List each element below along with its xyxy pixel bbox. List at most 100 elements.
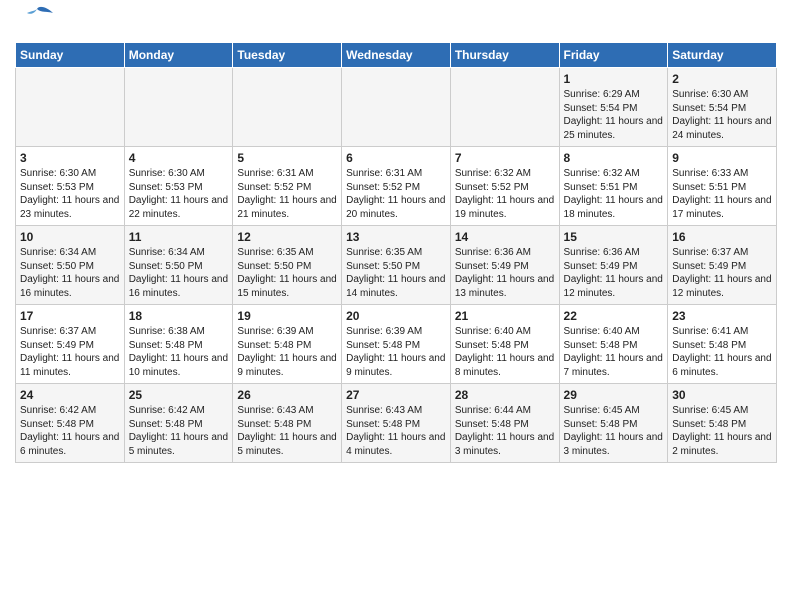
calendar-cell: 13 Sunrise: 6:35 AMSunset: 5:50 PMDayligh… [342, 226, 451, 305]
col-header-thursday: Thursday [450, 43, 559, 68]
calendar-cell: 29 Sunrise: 6:45 AMSunset: 5:48 PMDayligh… [559, 384, 668, 463]
day-number: 13 [346, 230, 446, 244]
day-number: 20 [346, 309, 446, 323]
calendar-cell: 14Sunrise: 6:36 AMSunset: 5:49 PMDayligh… [450, 226, 559, 305]
calendar-cell: 25 Sunrise: 6:42 AMSunset: 5:48 PMDayligh… [124, 384, 233, 463]
day-number: 8 [564, 151, 664, 165]
calendar-cell: 27Sunrise: 6:43 AMSunset: 5:48 PMDayligh… [342, 384, 451, 463]
day-number: 15 [564, 230, 664, 244]
day-info: Sunrise: 6:43 AMSunset: 5:48 PMDaylight:… [237, 404, 337, 458]
day-number: 16 [672, 230, 772, 244]
day-number: 22 [564, 309, 664, 323]
day-info: Sunrise: 6:32 AMSunset: 5:52 PMDaylight:… [455, 167, 555, 221]
day-number: 21 [455, 309, 555, 323]
day-number: 7 [455, 151, 555, 165]
calendar-cell: 26 Sunrise: 6:43 AMSunset: 5:48 PMDayligh… [233, 384, 342, 463]
calendar-cell [450, 68, 559, 147]
day-number: 24 [20, 388, 120, 402]
col-header-monday: Monday [124, 43, 233, 68]
day-info: Sunrise: 6:39 AMSunset: 5:48 PMDaylight:… [237, 325, 337, 379]
calendar-cell: 12 Sunrise: 6:35 AMSunset: 5:50 PMDayligh… [233, 226, 342, 305]
day-number: 18 [129, 309, 229, 323]
day-info: Sunrise: 6:42 AMSunset: 5:48 PMDaylight:… [129, 404, 229, 458]
day-info: Sunrise: 6:30 AMSunset: 5:53 PMDaylight:… [129, 167, 229, 221]
day-info: Sunrise: 6:36 AMSunset: 5:49 PMDaylight:… [564, 246, 664, 300]
day-info: Sunrise: 6:31 AMSunset: 5:52 PMDaylight:… [237, 167, 337, 221]
day-info: Sunrise: 6:40 AMSunset: 5:48 PMDaylight:… [564, 325, 664, 379]
col-header-friday: Friday [559, 43, 668, 68]
day-info: Sunrise: 6:39 AMSunset: 5:48 PMDaylight:… [346, 325, 446, 379]
calendar-cell: 9 Sunrise: 6:33 AMSunset: 5:51 PMDaylight… [668, 147, 777, 226]
day-info: Sunrise: 6:31 AMSunset: 5:52 PMDaylight:… [346, 167, 446, 221]
calendar-cell: 16 Sunrise: 6:37 AMSunset: 5:49 PMDayligh… [668, 226, 777, 305]
col-header-sunday: Sunday [16, 43, 125, 68]
calendar-cell [342, 68, 451, 147]
day-info: Sunrise: 6:35 AMSunset: 5:50 PMDaylight:… [346, 246, 446, 300]
day-number: 19 [237, 309, 337, 323]
day-number: 29 [564, 388, 664, 402]
calendar-cell: 21 Sunrise: 6:40 AMSunset: 5:48 PMDayligh… [450, 305, 559, 384]
calendar-cell: 1 Sunrise: 6:29 AMSunset: 5:54 PMDaylight… [559, 68, 668, 147]
day-number: 2 [672, 72, 772, 86]
calendar-cell: 4 Sunrise: 6:30 AMSunset: 5:53 PMDaylight… [124, 147, 233, 226]
day-info: Sunrise: 6:32 AMSunset: 5:51 PMDaylight:… [564, 167, 664, 221]
day-info: Sunrise: 6:42 AMSunset: 5:48 PMDaylight:… [20, 404, 120, 458]
col-header-wednesday: Wednesday [342, 43, 451, 68]
day-number: 6 [346, 151, 446, 165]
day-number: 11 [129, 230, 229, 244]
day-info: Sunrise: 6:41 AMSunset: 5:48 PMDaylight:… [672, 325, 772, 379]
calendar-cell: 8 Sunrise: 6:32 AMSunset: 5:51 PMDaylight… [559, 147, 668, 226]
day-info: Sunrise: 6:30 AMSunset: 5:53 PMDaylight:… [20, 167, 120, 221]
day-number: 28 [455, 388, 555, 402]
calendar-cell: 24 Sunrise: 6:42 AMSunset: 5:48 PMDayligh… [16, 384, 125, 463]
day-info: Sunrise: 6:44 AMSunset: 5:48 PMDaylight:… [455, 404, 555, 458]
logo-bird-icon [19, 5, 55, 27]
calendar-cell: 17Sunrise: 6:37 AMSunset: 5:49 PMDayligh… [16, 305, 125, 384]
calendar-cell: 22 Sunrise: 6:40 AMSunset: 5:48 PMDayligh… [559, 305, 668, 384]
day-number: 25 [129, 388, 229, 402]
day-number: 17 [20, 309, 120, 323]
calendar-cell: 3 Sunrise: 6:30 AMSunset: 5:53 PMDaylight… [16, 147, 125, 226]
day-number: 9 [672, 151, 772, 165]
calendar-cell: 5 Sunrise: 6:31 AMSunset: 5:52 PMDaylight… [233, 147, 342, 226]
calendar-cell: 30Sunrise: 6:45 AMSunset: 5:48 PMDayligh… [668, 384, 777, 463]
day-info: Sunrise: 6:34 AMSunset: 5:50 PMDaylight:… [129, 246, 229, 300]
day-number: 26 [237, 388, 337, 402]
calendar-cell [233, 68, 342, 147]
calendar-table: SundayMondayTuesdayWednesdayThursdayFrid… [15, 42, 777, 463]
day-number: 5 [237, 151, 337, 165]
calendar-cell: 19 Sunrise: 6:39 AMSunset: 5:48 PMDayligh… [233, 305, 342, 384]
day-number: 1 [564, 72, 664, 86]
calendar-cell: 23 Sunrise: 6:41 AMSunset: 5:48 PMDayligh… [668, 305, 777, 384]
col-header-saturday: Saturday [668, 43, 777, 68]
day-number: 10 [20, 230, 120, 244]
calendar-cell: 11 Sunrise: 6:34 AMSunset: 5:50 PMDayligh… [124, 226, 233, 305]
day-info: Sunrise: 6:30 AMSunset: 5:54 PMDaylight:… [672, 88, 772, 142]
page-header [15, 10, 777, 34]
day-info: Sunrise: 6:34 AMSunset: 5:50 PMDaylight:… [20, 246, 120, 300]
day-info: Sunrise: 6:45 AMSunset: 5:48 PMDaylight:… [672, 404, 772, 458]
day-info: Sunrise: 6:33 AMSunset: 5:51 PMDaylight:… [672, 167, 772, 221]
col-header-tuesday: Tuesday [233, 43, 342, 68]
day-info: Sunrise: 6:29 AMSunset: 5:54 PMDaylight:… [564, 88, 664, 142]
day-info: Sunrise: 6:45 AMSunset: 5:48 PMDaylight:… [564, 404, 664, 458]
calendar-cell: 6 Sunrise: 6:31 AMSunset: 5:52 PMDaylight… [342, 147, 451, 226]
calendar-cell: 18 Sunrise: 6:38 AMSunset: 5:48 PMDayligh… [124, 305, 233, 384]
day-info: Sunrise: 6:37 AMSunset: 5:49 PMDaylight:… [672, 246, 772, 300]
calendar-cell [124, 68, 233, 147]
day-info: Sunrise: 6:36 AMSunset: 5:49 PMDaylight:… [455, 246, 555, 300]
day-number: 3 [20, 151, 120, 165]
day-number: 12 [237, 230, 337, 244]
calendar-cell: 28 Sunrise: 6:44 AMSunset: 5:48 PMDayligh… [450, 384, 559, 463]
day-number: 23 [672, 309, 772, 323]
calendar-cell: 2 Sunrise: 6:30 AMSunset: 5:54 PMDaylight… [668, 68, 777, 147]
calendar-cell: 20 Sunrise: 6:39 AMSunset: 5:48 PMDayligh… [342, 305, 451, 384]
calendar-cell [16, 68, 125, 147]
day-info: Sunrise: 6:40 AMSunset: 5:48 PMDaylight:… [455, 325, 555, 379]
day-info: Sunrise: 6:35 AMSunset: 5:50 PMDaylight:… [237, 246, 337, 300]
calendar-cell: 15 Sunrise: 6:36 AMSunset: 5:49 PMDayligh… [559, 226, 668, 305]
day-info: Sunrise: 6:38 AMSunset: 5:48 PMDaylight:… [129, 325, 229, 379]
day-info: Sunrise: 6:43 AMSunset: 5:48 PMDaylight:… [346, 404, 446, 458]
day-number: 4 [129, 151, 229, 165]
calendar-cell: 10 Sunrise: 6:34 AMSunset: 5:50 PMDayligh… [16, 226, 125, 305]
